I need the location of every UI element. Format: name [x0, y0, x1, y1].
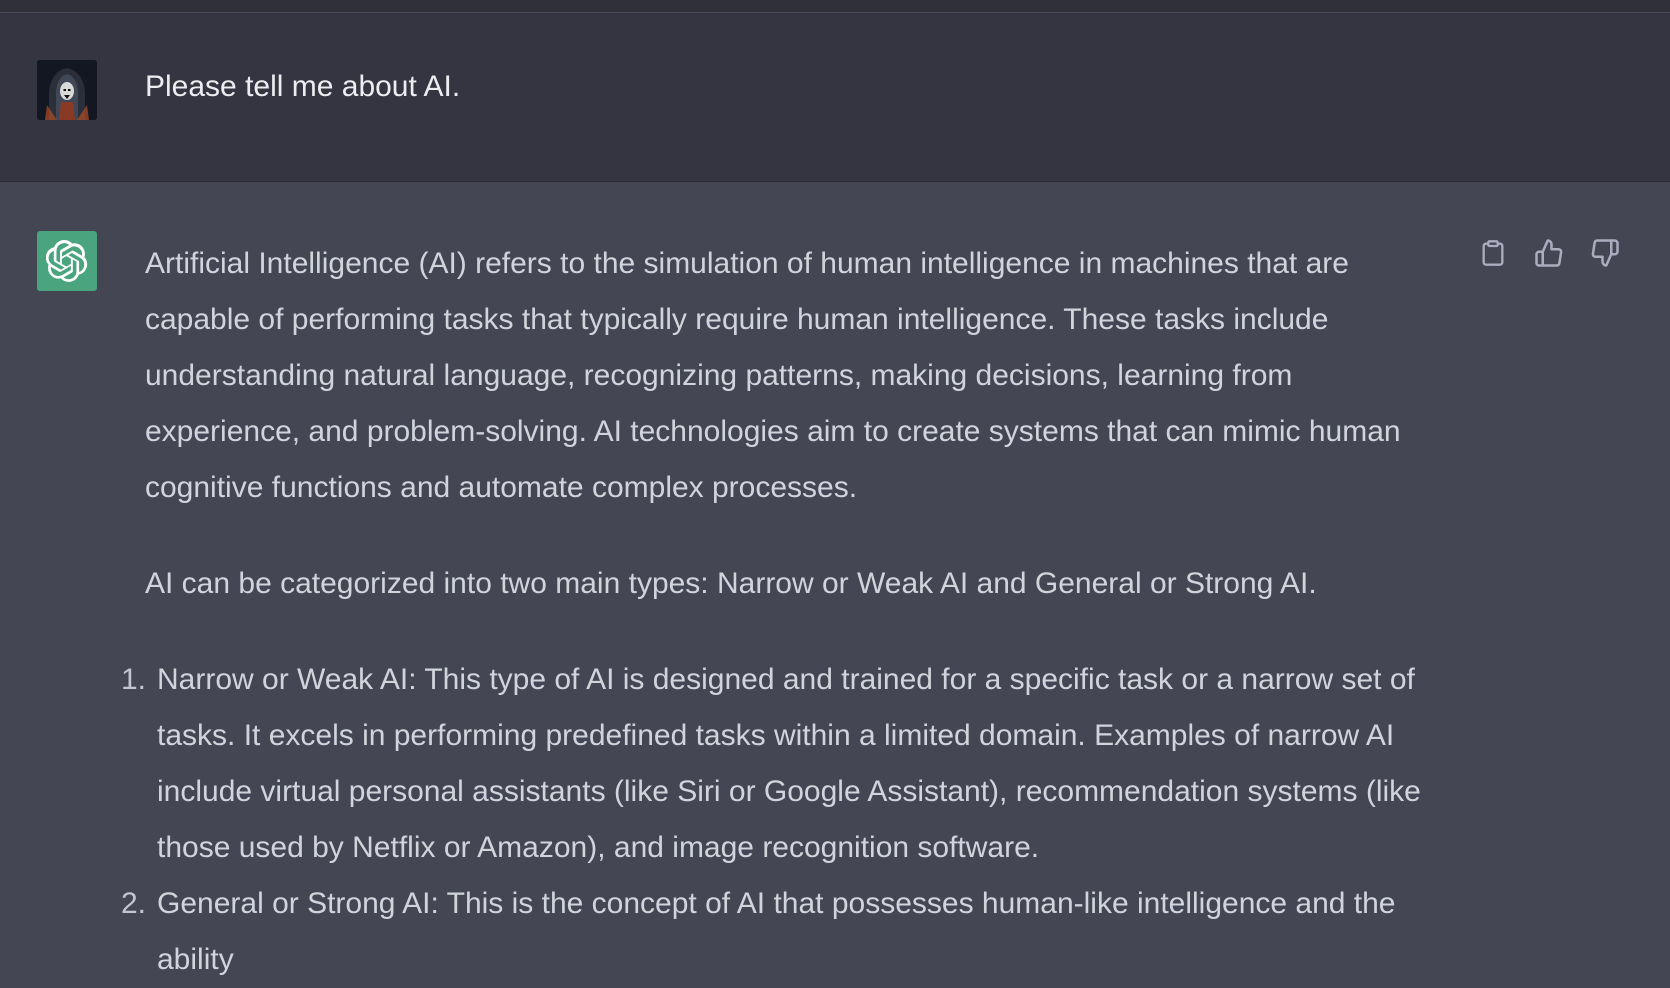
openai-logo-icon: [37, 231, 97, 291]
list-item: 2. General or Strong AI: This is the con…: [121, 876, 1455, 988]
paragraph: AI can be categorized into two main type…: [145, 567, 1317, 600]
list-number: 1.: [121, 663, 147, 696]
thumbs-up-button[interactable]: [1532, 236, 1566, 270]
top-divider: [0, 0, 1670, 13]
list-number: 2.: [121, 887, 147, 920]
copy-button[interactable]: [1476, 236, 1510, 270]
assistant-message-content: Artificial Intelligence (AI) refers to t…: [121, 236, 1455, 988]
list-item: 1. Narrow or Weak AI: This type of AI is…: [121, 652, 1455, 876]
thumbs-up-icon: [1535, 239, 1563, 267]
message-actions: [1476, 236, 1622, 270]
user-message-text: Please tell me about AI.: [145, 70, 461, 103]
paragraph: Artificial Intelligence (AI) refers to t…: [145, 247, 1401, 504]
user-avatar-icon: [37, 60, 97, 120]
thumbs-down-icon: [1591, 239, 1619, 267]
list-item-text: General or Strong AI: This is the concep…: [157, 887, 1396, 976]
types-list: 1. Narrow or Weak AI: This type of AI is…: [121, 652, 1455, 988]
thumbs-down-button[interactable]: [1588, 236, 1622, 270]
assistant-message-row: Artificial Intelligence (AI) refers to t…: [0, 182, 1670, 976]
user-message-row: Please tell me about AI.: [0, 13, 1670, 182]
list-item-text: Narrow or Weak AI: This type of AI is de…: [157, 663, 1421, 864]
clipboard-icon: [1482, 240, 1504, 266]
